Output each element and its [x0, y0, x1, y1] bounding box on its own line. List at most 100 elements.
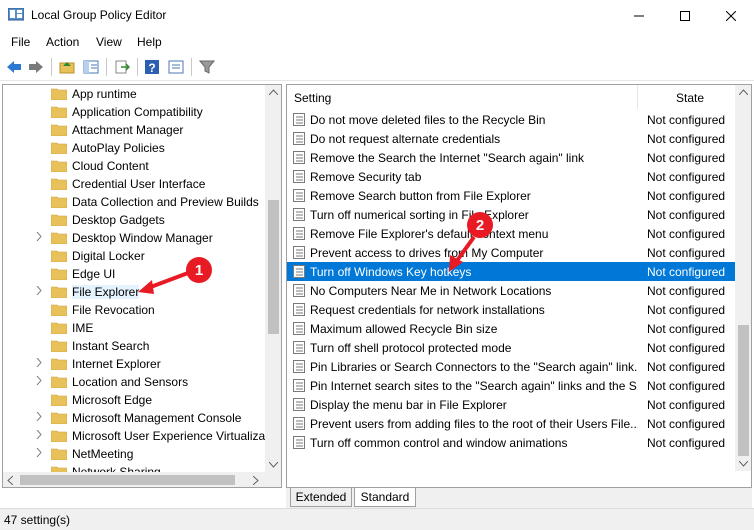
- setting-row[interactable]: Do not request alternate credentials Not …: [287, 129, 735, 148]
- setting-row[interactable]: Request credentials for network installa…: [287, 300, 735, 319]
- expand-chevron-icon[interactable]: [36, 285, 46, 298]
- tree-item-label: Microsoft User Experience Virtualizat: [72, 429, 269, 443]
- tree-hscroll-thumb[interactable]: [20, 475, 235, 485]
- export-list-button[interactable]: [113, 58, 131, 76]
- setting-row[interactable]: Pin Libraries or Search Connectors to th…: [287, 357, 735, 376]
- scroll-down-arrow-icon[interactable]: [269, 462, 278, 468]
- help-icon: ?: [145, 60, 159, 75]
- column-header-setting[interactable]: Setting: [287, 85, 638, 109]
- tree-item[interactable]: File Explorer: [3, 283, 265, 301]
- tree-item[interactable]: Desktop Window Manager: [3, 229, 265, 247]
- properties-icon: [168, 60, 184, 74]
- maximize-button[interactable]: [662, 0, 708, 31]
- setting-row[interactable]: No Computers Near Me in Network Location…: [287, 281, 735, 300]
- help-button[interactable]: ?: [143, 58, 161, 76]
- tree-item[interactable]: IME: [3, 319, 265, 337]
- policy-setting-icon: [293, 341, 305, 354]
- tree-item[interactable]: App runtime: [3, 85, 265, 103]
- tree-item[interactable]: Desktop Gadgets: [3, 211, 265, 229]
- setting-row[interactable]: Maximum allowed Recycle Bin size Not conf…: [287, 319, 735, 338]
- setting-row[interactable]: Do not move deleted files to the Recycle…: [287, 110, 735, 129]
- tree-item[interactable]: Microsoft User Experience Virtualizat: [3, 427, 269, 445]
- maximize-icon: [680, 10, 690, 21]
- tab-standard[interactable]: Standard: [354, 488, 416, 507]
- setting-row[interactable]: Remove File Explorer's default context m…: [287, 224, 735, 243]
- setting-row[interactable]: Display the menu bar in File Explorer Not…: [287, 395, 735, 414]
- tree-item[interactable]: Credential User Interface: [3, 175, 265, 193]
- expand-chevron-icon[interactable]: [36, 231, 46, 244]
- policy-setting-icon: [293, 170, 305, 183]
- tree-item[interactable]: Instant Search: [3, 337, 265, 355]
- setting-row[interactable]: Turn off shell protocol protected mode No…: [287, 338, 735, 357]
- scroll-right-arrow-icon[interactable]: [253, 476, 259, 485]
- setting-name: Request credentials for network installa…: [310, 303, 545, 317]
- tree-item[interactable]: Application Compatibility: [3, 103, 265, 121]
- tree-pane[interactable]: App runtime Application Compatibility Atta…: [2, 84, 282, 488]
- expand-chevron-icon[interactable]: [36, 429, 46, 442]
- setting-state: Not configured: [647, 284, 726, 298]
- tree-item[interactable]: Microsoft Edge: [3, 391, 265, 409]
- back-button[interactable]: [5, 58, 23, 76]
- expand-chevron-icon[interactable]: [36, 411, 46, 424]
- list-scroll-thumb[interactable]: [738, 325, 749, 456]
- scroll-down-arrow-icon[interactable]: [739, 461, 748, 467]
- tree-item[interactable]: Edge UI: [3, 265, 265, 283]
- settings-list-pane[interactable]: Setting State Do not move deleted files …: [286, 84, 752, 488]
- tree-item[interactable]: Attachment Manager: [3, 121, 265, 139]
- expand-chevron-icon[interactable]: [36, 375, 46, 388]
- tree-item[interactable]: Microsoft Management Console: [3, 409, 265, 427]
- setting-row[interactable]: Prevent access to drives from My Compute…: [287, 243, 735, 262]
- tree-item-label: AutoPlay Policies: [72, 141, 165, 155]
- properties-button[interactable]: [167, 58, 185, 76]
- setting-row[interactable]: Prevent users from adding files to the r…: [287, 414, 735, 433]
- menu-view[interactable]: View: [96, 35, 122, 49]
- scroll-up-arrow-icon[interactable]: [269, 89, 278, 95]
- tree-item[interactable]: Cloud Content: [3, 157, 265, 175]
- list-vertical-scrollbar[interactable]: [735, 85, 751, 471]
- tree-item[interactable]: File Revocation: [3, 301, 265, 319]
- up-one-level-button[interactable]: [58, 58, 76, 76]
- tree-vertical-scrollbar[interactable]: [265, 85, 281, 472]
- folder-icon: [51, 232, 67, 244]
- tree-item-label: Desktop Window Manager: [72, 231, 213, 245]
- expand-chevron-icon[interactable]: [36, 357, 46, 370]
- setting-state: Not configured: [647, 151, 726, 165]
- show-hide-tree-button[interactable]: [82, 58, 100, 76]
- scroll-up-arrow-icon[interactable]: [739, 89, 748, 95]
- setting-state: Not configured: [647, 436, 726, 450]
- filter-button[interactable]: [198, 58, 216, 76]
- tree-horizontal-scrollbar[interactable]: [3, 472, 265, 487]
- menu-help[interactable]: Help: [137, 35, 162, 49]
- minimize-button[interactable]: [616, 0, 662, 31]
- setting-row[interactable]: Pin Internet search sites to the "Search…: [287, 376, 735, 395]
- setting-row[interactable]: Turn off numerical sorting in File Explo…: [287, 205, 735, 224]
- setting-row[interactable]: Turn off Windows Key hotkeys Not configur…: [287, 262, 735, 281]
- menu-file[interactable]: File: [11, 35, 30, 49]
- tree-scroll-thumb[interactable]: [268, 200, 279, 334]
- close-button[interactable]: [708, 0, 754, 31]
- setting-name: Maximum allowed Recycle Bin size: [310, 322, 498, 336]
- setting-row[interactable]: Remove the Search the Internet "Search a…: [287, 148, 735, 167]
- setting-row[interactable]: Remove Security tab Not configured: [287, 167, 735, 186]
- column-header-state[interactable]: State: [638, 85, 735, 109]
- tree-item[interactable]: Digital Locker: [3, 247, 265, 265]
- window-title: Local Group Policy Editor: [31, 8, 167, 22]
- tree-item[interactable]: Data Collection and Preview Builds: [3, 193, 265, 211]
- policy-setting-icon: [293, 360, 305, 373]
- tab-extended[interactable]: Extended: [290, 488, 352, 507]
- setting-row[interactable]: Remove Search button from File Explorer N…: [287, 186, 735, 205]
- tree-item[interactable]: AutoPlay Policies: [3, 139, 265, 157]
- policy-setting-icon: [293, 113, 305, 126]
- tree-item-label: Internet Explorer: [72, 357, 161, 371]
- menu-action[interactable]: Action: [46, 35, 79, 49]
- tree-item-label: Edge UI: [72, 267, 116, 281]
- scroll-left-arrow-icon[interactable]: [7, 476, 13, 485]
- tree-item[interactable]: Location and Sensors: [3, 373, 265, 391]
- tree-item[interactable]: NetMeeting: [3, 445, 265, 463]
- show-hide-tree-icon: [83, 60, 99, 74]
- expand-chevron-icon[interactable]: [36, 447, 46, 460]
- setting-row[interactable]: Turn off common control and window anima…: [287, 433, 735, 452]
- tree-item[interactable]: Internet Explorer: [3, 355, 265, 373]
- forward-button[interactable]: [27, 58, 45, 76]
- folder-icon: [51, 142, 67, 154]
